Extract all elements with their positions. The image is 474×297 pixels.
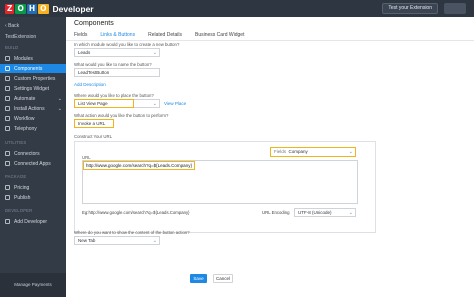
action-select[interactable]: Invoke a URL [74, 119, 114, 128]
chevron-down-icon: ⌄ [152, 238, 157, 244]
publish-icon [5, 195, 10, 200]
place-select[interactable]: List View Page [74, 99, 134, 108]
chevron-down-icon: ⌄ [348, 149, 353, 155]
extension-name: TestExtension [5, 34, 37, 40]
sidebar-item-label: Automate [14, 95, 36, 102]
fields-select[interactable]: Fields Company ⌄ [270, 147, 356, 157]
tab-divider [66, 40, 474, 41]
action-select-value: Invoke a URL [78, 121, 106, 126]
sidebar-item-install-actions[interactable]: Install Actions ⌄ [0, 104, 66, 113]
install-actions-icon [5, 106, 10, 111]
app-name: Developer [52, 3, 94, 14]
top-bar: Z O H O Developer Test your Extension [0, 0, 474, 17]
url-example: Eg:http://www.google.com/search?q=${Lead… [82, 210, 190, 215]
settings-widget-icon [5, 86, 10, 91]
url-encoding-label: URL Encoding [262, 210, 290, 215]
place-select-extension[interactable]: ⌄ [134, 99, 160, 108]
sidebar-item-pricing[interactable]: Pricing [0, 183, 66, 192]
modules-icon [5, 56, 10, 61]
back-label: Back [8, 23, 20, 29]
add-developer-icon [5, 219, 10, 224]
sidebar-item-workflow[interactable]: Workflow [0, 114, 66, 123]
logo-letter: Z [5, 3, 15, 14]
save-button[interactable]: Save [190, 274, 207, 283]
chevron-down-icon: ⌄ [348, 210, 353, 216]
logo-letter: O [15, 3, 26, 14]
sidebar-section-build: BUILD [5, 45, 19, 50]
sidebar-item-label: Pricing [14, 184, 30, 191]
zoho-developer-logo[interactable]: Z O H O Developer [5, 3, 94, 14]
sidebar-item-connectors[interactable]: Connectors [0, 149, 66, 158]
module-select-value: Leads [78, 50, 91, 55]
action-question: What action would you like the button to… [74, 113, 169, 118]
sidebar-item-components[interactable]: Components [0, 64, 66, 73]
sidebar-section-package: PACKAGE [5, 174, 27, 179]
sidebar-item-add-developer[interactable]: Add Developer [0, 217, 66, 226]
app-root: Z O H O Developer Test your Extension ‹ … [0, 0, 474, 297]
url-encoding-select[interactable]: UTF-8 (Unicode) ⌄ [294, 208, 356, 217]
sidebar-item-connected-apps[interactable]: Connected Apps [0, 159, 66, 168]
sidebar-item-settings-widget[interactable]: Settings Widget [0, 84, 66, 93]
sidebar-item-telephony[interactable]: Telephony [0, 124, 66, 133]
chevron-down-icon: ⌄ [152, 101, 157, 107]
module-question: In which module would you like to create… [74, 42, 180, 47]
chevron-down-icon: ⌄ [57, 95, 62, 102]
telephony-icon [5, 126, 10, 131]
fields-select-label: Fields [274, 149, 287, 154]
pricing-icon [5, 185, 10, 190]
sidebar-item-label: Connectors [14, 150, 40, 157]
sidebar-item-label: Install Actions [14, 105, 45, 112]
sidebar-item-label: Settings Widget [14, 85, 50, 92]
show-select[interactable]: New Tab ⌄ [74, 236, 160, 245]
module-select[interactable]: Leads ⌄ [74, 48, 160, 57]
chevron-down-icon: ⌄ [57, 105, 62, 112]
user-menu-button[interactable] [444, 3, 466, 14]
name-question: What would you like to name the button? [74, 62, 152, 67]
place-select-value: List View Page [78, 101, 108, 106]
cancel-button[interactable]: Cancel [213, 274, 233, 283]
fields-select-value: Company [288, 149, 308, 154]
show-select-value: New Tab [78, 238, 96, 243]
page-title: Components [74, 20, 114, 27]
sidebar-item-automate[interactable]: Automate ⌄ [0, 94, 66, 103]
place-question: Where would you like to place the button… [74, 93, 154, 98]
sidebar-section-utilities: UTILITIES [5, 140, 27, 145]
url-value: http://www.google.com/search?q=${Leads.C… [83, 161, 195, 170]
custom-properties-icon [5, 76, 10, 81]
add-description-link[interactable]: Add Description [74, 82, 106, 87]
sidebar-item-label: Telephony [14, 125, 37, 132]
button-name-input[interactable]: LeadTestButton [74, 68, 160, 77]
sidebar-item-publish[interactable]: Publish [0, 193, 66, 202]
sidebar-section-developer: DEVELOPER [5, 208, 33, 213]
components-icon [5, 66, 10, 71]
sidebar-item-label: Publish [14, 194, 31, 201]
construct-url-label: Construct Your URL [74, 134, 112, 139]
back-link[interactable]: ‹ Back [5, 23, 19, 29]
chevron-down-icon: ⌄ [152, 50, 157, 56]
main-content: Components Fields Links & Buttons Relate… [66, 17, 474, 297]
test-extension-button[interactable]: Test your Extension [382, 3, 438, 14]
sidebar-item-label: Custom Properties [14, 75, 56, 82]
sidebar-item-label: Modules [14, 55, 33, 62]
logo-letter: H [26, 3, 38, 14]
manage-payments-link[interactable]: Manage Payments [0, 273, 66, 297]
url-encoding-value: UTF-8 (Unicode) [298, 210, 332, 215]
sidebar-item-label: Add Developer [14, 218, 48, 225]
automate-icon [5, 96, 10, 101]
logo-letter: O [38, 3, 49, 14]
show-question: Where do you want to show the content of… [74, 230, 190, 235]
view-place-link[interactable]: View Place [164, 101, 186, 106]
sidebar: ‹ Back TestExtension BUILD Modules Compo… [0, 17, 66, 297]
sidebar-item-custom-properties[interactable]: Custom Properties [0, 74, 66, 83]
sidebar-item-modules[interactable]: Modules [0, 54, 66, 63]
sidebar-item-label: Connected Apps [14, 160, 51, 167]
workflow-icon [5, 116, 10, 121]
sidebar-item-label: Components [14, 65, 43, 72]
connectors-icon [5, 151, 10, 156]
connected-apps-icon [5, 161, 10, 166]
sidebar-item-label: Workflow [14, 115, 35, 122]
